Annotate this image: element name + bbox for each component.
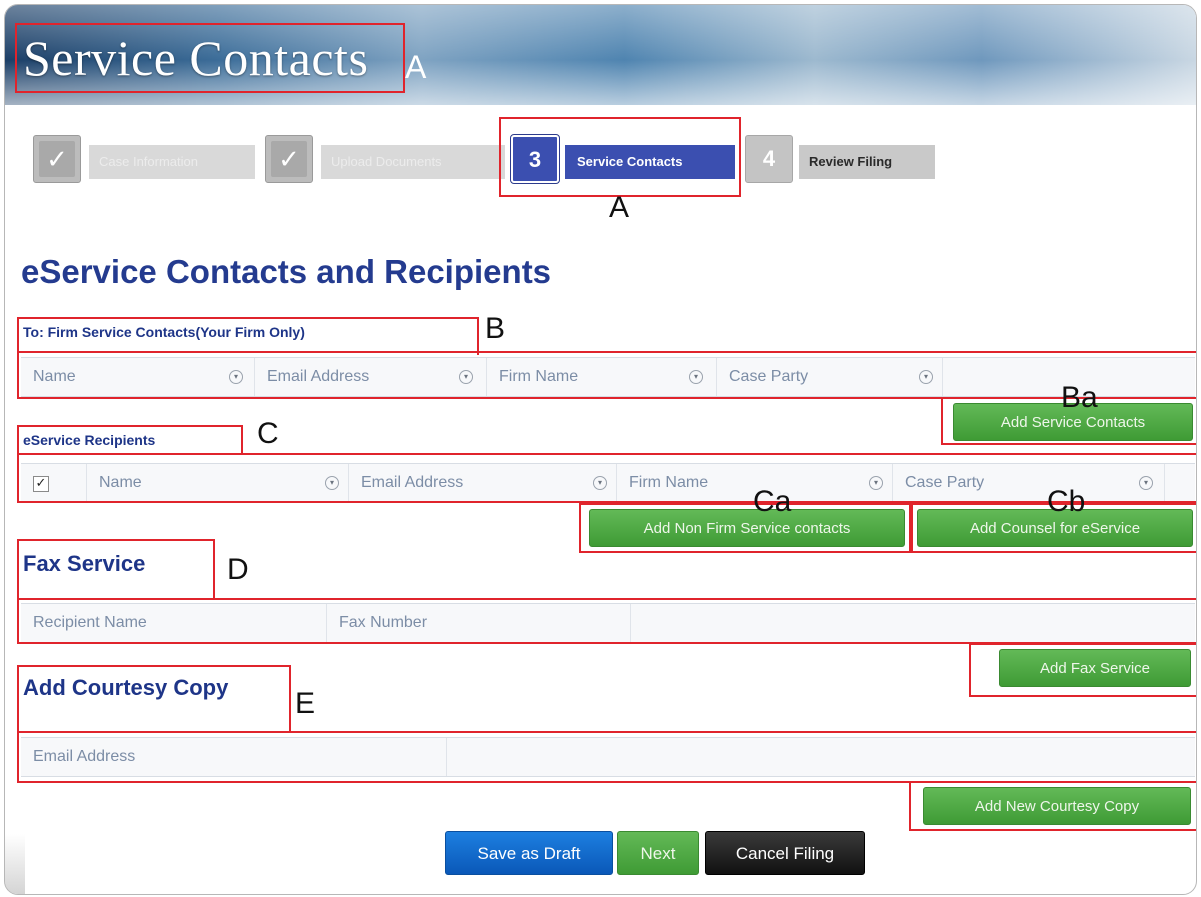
check-icon: ✓ — [271, 141, 307, 177]
annotation-box-recipients — [17, 425, 243, 455]
annotation-label-recipients: C — [257, 417, 279, 450]
annotation-box-fax-button — [969, 643, 1196, 697]
step-label: Upload Documents — [321, 145, 505, 179]
step-label: Review Filing — [799, 145, 935, 179]
annotation-box-courtesy — [17, 665, 291, 731]
next-button[interactable]: Next — [617, 831, 699, 875]
annotation-box-recipients-grid — [17, 453, 1196, 503]
annotation-label-banner: A — [405, 49, 427, 85]
annotation-box-courtesy-button — [909, 781, 1196, 831]
step-case-information[interactable]: ✓ Case Information — [33, 131, 258, 189]
check-icon: ✓ — [39, 141, 75, 177]
annotation-label-firm: B — [485, 312, 506, 345]
annotation-box-banner — [15, 23, 405, 93]
step-label: Case Information — [89, 145, 255, 179]
save-draft-button[interactable]: Save as Draft — [445, 831, 613, 875]
annotation-box-firm-grid — [17, 351, 1196, 399]
annotation-label-recipients-counsel: Cb — [1047, 485, 1086, 518]
step-check-box: ✓ — [33, 135, 81, 183]
annotation-box-step — [499, 117, 741, 197]
annotation-box-fax-grid — [17, 598, 1196, 644]
step-number: 4 — [745, 135, 793, 183]
annotation-label-recipients-non-firm: Ca — [753, 485, 792, 518]
annotation-label-fax: D — [227, 553, 249, 586]
cancel-filing-button[interactable]: Cancel Filing — [705, 831, 865, 875]
step-check-box: ✓ — [265, 135, 313, 183]
annotation-label-firm-button: Ba — [1061, 381, 1098, 414]
annotation-box-courtesy-grid — [17, 731, 1196, 783]
annotation-box-recipients-non-firm — [579, 503, 913, 553]
annotation-box-firm — [17, 317, 479, 355]
step-upload-documents[interactable]: ✓ Upload Documents — [265, 131, 505, 189]
step-review-filing[interactable]: 4 Review Filing — [745, 131, 935, 189]
screenshot-frame: Service Contacts A ✓ Case Information ✓ … — [4, 4, 1197, 895]
corner-shadow — [5, 834, 25, 894]
annotation-box-fax — [17, 539, 215, 599]
annotation-label-step: A — [609, 191, 630, 224]
annotation-label-courtesy: E — [295, 687, 316, 720]
page-title: eService Contacts and Recipients — [21, 253, 552, 290]
